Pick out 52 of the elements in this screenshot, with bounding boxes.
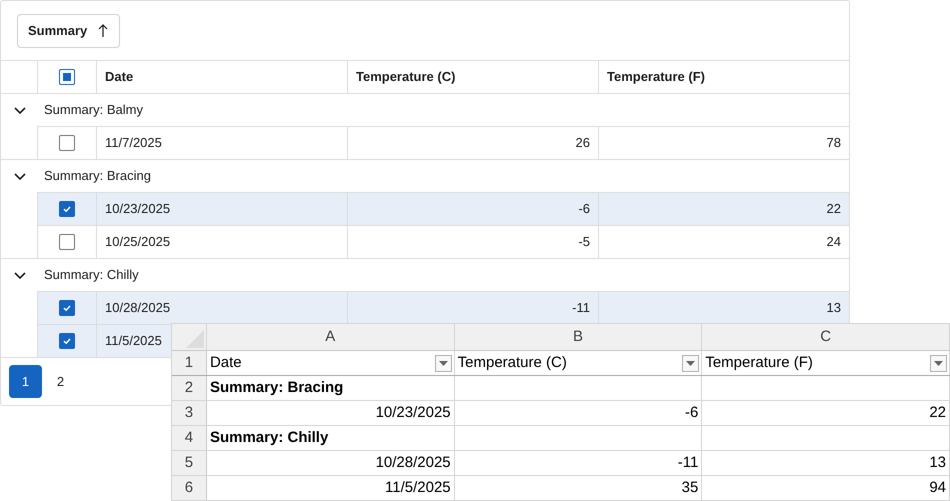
row-number[interactable]: 3 [172,401,207,425]
sheet-cell-text: Temperature (C) [458,352,567,373]
sheet-cell: 35 [454,476,702,500]
group-label: Summary: Chilly [43,266,140,284]
sheet-cell: Summary: Chilly [206,426,455,450]
checkbox[interactable] [59,201,75,217]
table-cell: 26 [347,127,598,159]
row-number[interactable]: 1 [172,351,207,375]
sheet-cell: -6 [454,401,702,425]
check-icon [62,303,72,313]
group-by-button[interactable]: Summary [17,14,120,48]
table-row[interactable]: 10/23/2025 -6 22 [37,192,849,225]
sheet-cell: 22 [702,401,950,425]
sheet-cell: 94 [702,476,950,500]
sheet-cell: -11 [454,451,702,475]
sheet-cell-text: Temperature (F) [705,352,813,373]
filter-dropdown-icon[interactable] [682,354,700,372]
page-button[interactable]: 1 [9,365,42,398]
table-row[interactable]: 11/7/2025 26 78 [37,126,849,159]
table-cell: 24 [598,226,849,258]
row-number[interactable]: 6 [172,476,207,500]
column-letter[interactable]: A [206,324,455,350]
group-label: Summary: Balmy [43,101,144,120]
column-letter[interactable]: C [702,324,950,350]
column-header[interactable]: Temperature (C) [347,61,598,93]
sheet-cell: 10/23/2025 [206,401,455,425]
sheet-cell: 11/5/2025 [206,476,455,500]
sheet-cell: 10/28/2025 [206,451,455,475]
column-header[interactable]: Temperature (F) [598,61,849,93]
checkbox[interactable] [59,69,75,85]
row-number[interactable]: 2 [172,376,207,400]
row-number[interactable]: 5 [172,451,207,475]
checkbox[interactable] [59,135,75,151]
table-cell: 10/25/2025 [96,226,347,258]
sheet-cell: 13 [702,451,950,475]
sheet-cell: Summary: Bracing [206,376,455,400]
checkbox[interactable] [59,234,75,250]
table-row[interactable]: 10/25/2025 -5 24 [37,225,849,258]
column-letter[interactable]: B [454,324,702,350]
filter-dropdown-icon[interactable] [930,354,948,372]
group-label: Summary: Bracing [43,167,152,186]
check-icon [62,204,72,214]
table-cell: 78 [598,127,849,159]
filter-dropdown-icon[interactable] [434,354,452,372]
column-header[interactable]: Date [96,61,347,93]
table-cell: -5 [347,226,598,258]
row-number[interactable]: 4 [172,426,207,450]
table-row[interactable]: 10/28/2025 -11 13 [37,291,849,324]
check-icon [62,336,72,346]
checkbox[interactable] [59,300,75,316]
checkbox[interactable] [59,333,75,349]
table-cell: 11/7/2025 [96,127,347,159]
